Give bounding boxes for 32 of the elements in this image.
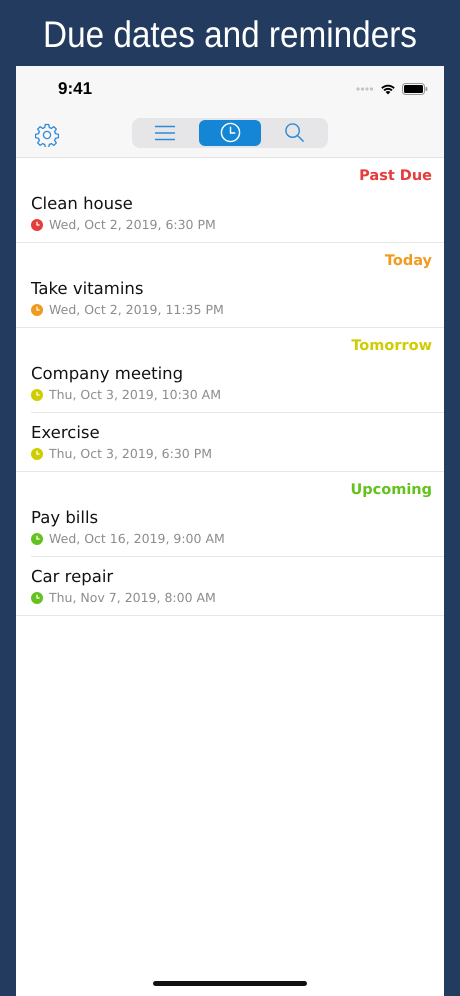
headline: Due dates and reminders: [42, 13, 418, 57]
due-date: Thu, Nov 7, 2019, 8:00 AM: [49, 590, 216, 605]
reminder-title[interactable]: Exercise: [31, 421, 444, 445]
wifi-icon: [380, 83, 396, 95]
status-time: 9:41: [58, 79, 94, 99]
section-header: Past Due: [359, 168, 432, 184]
due-date: Thu, Oct 3, 2019, 10:30 AM: [49, 387, 222, 402]
due-date: Wed, Oct 16, 2019, 9:00 AM: [49, 531, 225, 546]
reminder-title[interactable]: Take vitamins: [31, 277, 444, 301]
due-date: Wed, Oct 2, 2019, 6:30 PM: [49, 217, 216, 232]
section-header: Today: [384, 253, 432, 269]
section-header: Upcoming: [350, 482, 432, 498]
view-tab[interactable]: [198, 120, 262, 146]
clock-icon: [31, 218, 43, 230]
clock-icon: [31, 532, 43, 544]
clock-icon: [31, 592, 43, 604]
battery-icon: [402, 83, 428, 95]
menu-icon: [154, 124, 176, 140]
signal-icon: [356, 87, 374, 91]
reminder-title[interactable]: Company meeting: [31, 362, 444, 386]
clock-icon: [31, 448, 43, 460]
settings-icon[interactable]: [35, 123, 59, 147]
search-icon: [284, 122, 306, 143]
reminder-title[interactable]: Car repair: [31, 565, 444, 589]
clock-icon: [31, 388, 43, 400]
reminder-title[interactable]: Clean house: [31, 192, 444, 216]
due-date: Thu, Oct 3, 2019, 6:30 PM: [49, 446, 212, 461]
section-header: Tomorrow: [351, 338, 432, 354]
clock-icon: [220, 122, 240, 143]
reminder-title[interactable]: Pay bills: [31, 506, 444, 530]
clock-icon: [31, 304, 43, 316]
due-date: Wed, Oct 2, 2019, 11:35 PM: [49, 302, 224, 317]
